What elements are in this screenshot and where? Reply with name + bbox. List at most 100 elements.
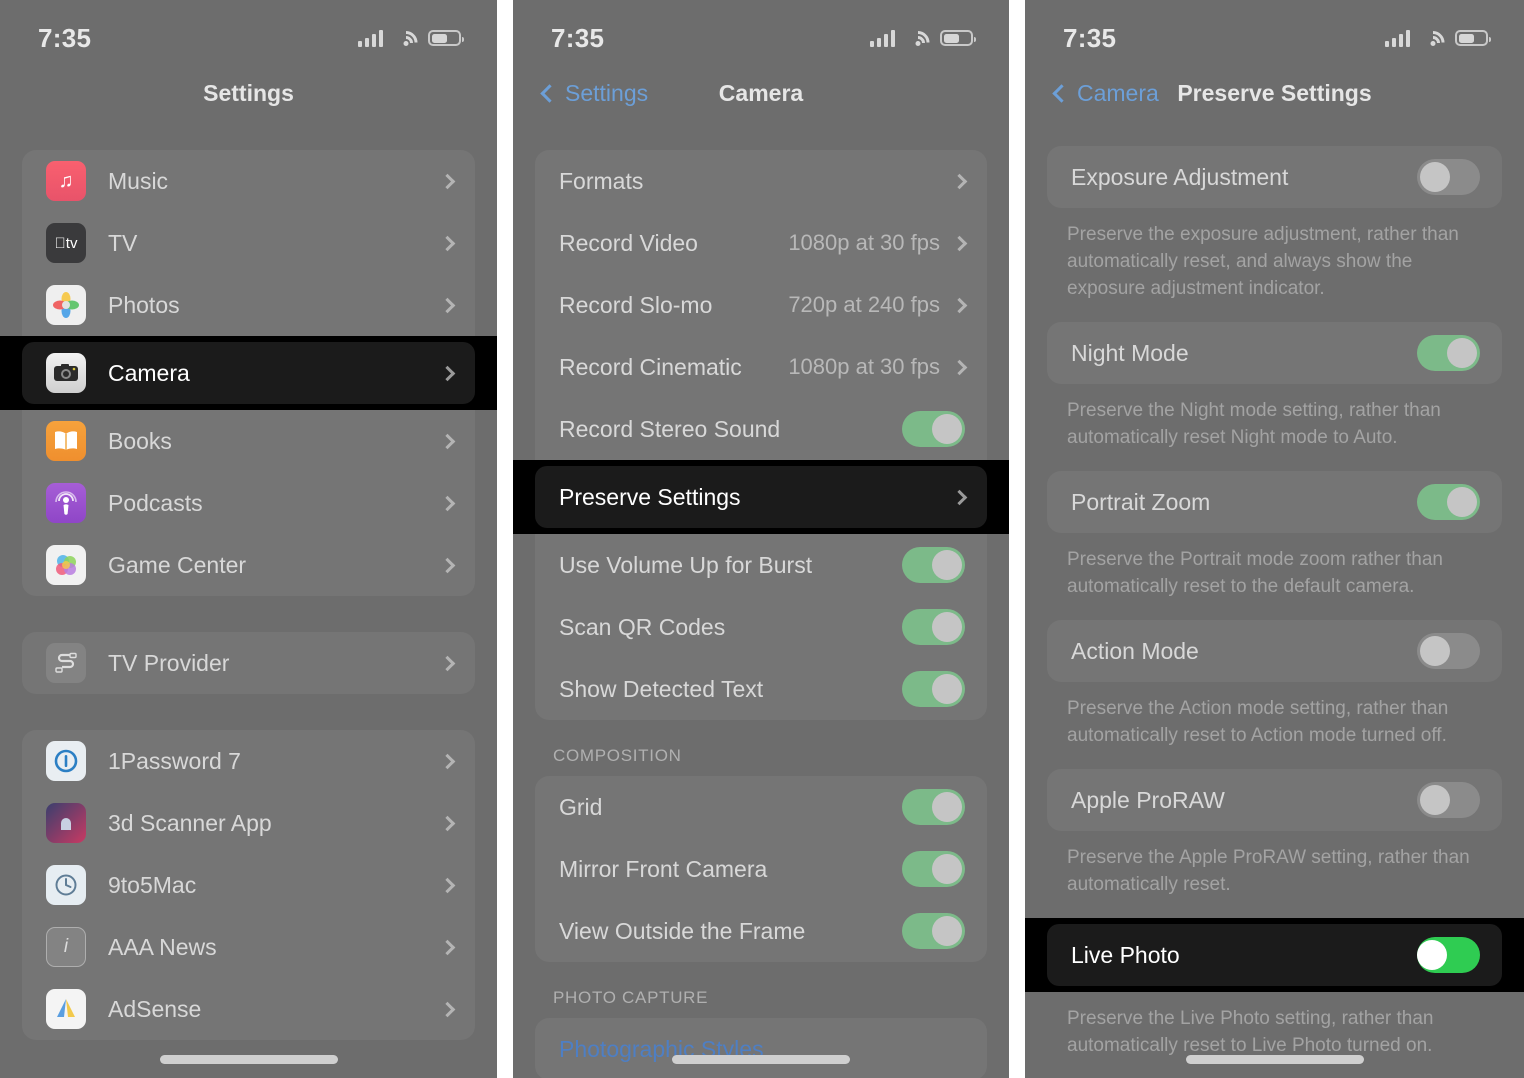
row-live-photo[interactable]: Live Photo	[1047, 924, 1502, 986]
list-item-label: Use Volume Up for Burst	[559, 551, 813, 578]
status-clock: 7:35	[38, 22, 92, 53]
row-record-video[interactable]: Record Video 1080p at 30 fps	[535, 212, 987, 274]
panel-preserve-settings: 7:35 Camera Preserve Settings Exposure A…	[1025, 0, 1524, 1078]
chevron-right-icon	[951, 235, 968, 251]
sidebar-item-tv[interactable]: tv TV	[22, 212, 475, 274]
toggle-action-mode[interactable]	[1417, 633, 1480, 669]
home-indicator	[1185, 1055, 1364, 1064]
footnote-portrait-zoom: Preserve the Portrait mode zoom rather t…	[1067, 549, 1443, 597]
sidebar-item-aaa-news[interactable]: i AAA News	[22, 916, 475, 978]
row-apple-proraw[interactable]: Apple ProRAW	[1047, 769, 1502, 831]
adsense-icon	[46, 989, 86, 1029]
row-portrait-zoom[interactable]: Portrait Zoom	[1047, 471, 1502, 533]
footnote-exposure-adjustment: Preserve the exposure adjustment, rather…	[1067, 224, 1459, 299]
list-item-label: Game Center	[108, 551, 247, 578]
sidebar-item-1password[interactable]: 1Password 7	[22, 730, 475, 792]
9to5mac-icon	[46, 865, 86, 905]
toggle-night-mode[interactable]	[1417, 335, 1480, 371]
list-item-label: Show Detected Text	[559, 675, 764, 702]
chevron-right-icon	[951, 489, 968, 505]
sidebar-item-game-center[interactable]: Game Center	[22, 534, 475, 596]
back-button-settings[interactable]: Settings	[529, 80, 648, 107]
battery-icon	[428, 30, 464, 46]
row-scan-qr-codes[interactable]: Scan QR Codes	[535, 596, 987, 658]
apple-tv-icon: tv	[46, 223, 86, 263]
row-photographic-styles[interactable]: Photographic Styles	[535, 1018, 987, 1078]
photo-capture-group: Photographic Styles	[535, 1018, 987, 1078]
toggle-portrait-zoom[interactable]	[1417, 484, 1480, 520]
chevron-right-icon	[439, 655, 456, 671]
card-portrait-zoom: Portrait Zoom	[1047, 471, 1502, 533]
3d-scanner-icon	[46, 803, 86, 843]
row-record-slomo[interactable]: Record Slo-mo 720p at 240 fps	[535, 274, 987, 336]
row-formats[interactable]: Formats	[535, 150, 987, 212]
toggle-show-detected-text[interactable]	[902, 671, 965, 707]
list-item-label: Formats	[559, 167, 644, 194]
row-action-mode[interactable]: Action Mode	[1047, 620, 1502, 682]
cellular-bars-icon	[1384, 29, 1410, 47]
sidebar-item-adsense[interactable]: AdSense	[22, 978, 475, 1040]
row-use-volume-up-for-burst[interactable]: Use Volume Up for Burst	[535, 534, 987, 596]
toggle-exposure-adjustment[interactable]	[1417, 159, 1480, 195]
row-exposure-adjustment[interactable]: Exposure Adjustment	[1047, 146, 1502, 208]
toggle-mirror-front-camera[interactable]	[902, 851, 965, 887]
sidebar-item-camera[interactable]: Camera	[22, 342, 475, 404]
photos-icon	[46, 285, 86, 325]
toggle-scan-qr-codes[interactable]	[902, 609, 965, 645]
toggle-grid[interactable]	[902, 789, 965, 825]
camera-navbar: Settings Camera	[513, 62, 1009, 124]
row-grid[interactable]: Grid	[535, 776, 987, 838]
sidebar-item-books[interactable]: Books	[22, 410, 475, 472]
toggle-live-photo[interactable]	[1417, 937, 1480, 973]
list-item-label: Record Cinematic	[559, 353, 742, 380]
wifi-icon	[901, 25, 934, 59]
list-item-label: View Outside the Frame	[559, 917, 806, 944]
sidebar-item-podcasts[interactable]: Podcasts	[22, 472, 475, 534]
card-apple-proraw: Apple ProRAW	[1047, 769, 1502, 831]
row-night-mode[interactable]: Night Mode	[1047, 322, 1502, 384]
toggle-apple-proraw[interactable]	[1417, 782, 1480, 818]
status-bar: 7:35	[1025, 0, 1524, 62]
footnote-live-photo: Preserve the Live Photo setting, rather …	[1067, 1008, 1434, 1056]
sidebar-item-photos[interactable]: Photos	[22, 274, 475, 336]
row-record-cinematic[interactable]: Record Cinematic 1080p at 30 fps	[535, 336, 987, 398]
back-button-camera[interactable]: Camera	[1041, 80, 1159, 107]
list-item-label: Live Photo	[1071, 941, 1180, 968]
settings-navbar: Settings	[0, 62, 497, 124]
sidebar-item-tv-provider[interactable]: TV Provider	[22, 632, 475, 694]
battery-icon	[1455, 30, 1491, 46]
toggle-record-stereo-sound[interactable]	[902, 411, 965, 447]
list-item-label: 9to5Mac	[108, 871, 197, 898]
row-show-detected-text[interactable]: Show Detected Text	[535, 658, 987, 720]
books-icon	[46, 421, 86, 461]
row-mirror-front-camera[interactable]: Mirror Front Camera	[535, 838, 987, 900]
settings-camera-card: Camera	[22, 342, 475, 404]
tv-provider-icon	[46, 643, 86, 683]
three-panel-screenshot: 7:35 Settings ♫ Music tv TV	[0, 0, 1524, 1078]
chevron-right-icon	[439, 1001, 456, 1017]
chevron-right-icon	[439, 877, 456, 893]
chevron-right-icon	[439, 297, 456, 313]
1password-icon	[46, 741, 86, 781]
row-view-outside-the-frame[interactable]: View Outside the Frame	[535, 900, 987, 962]
list-item-label: Grid	[559, 793, 603, 820]
sidebar-item-3d-scanner[interactable]: 3d Scanner App	[22, 792, 475, 854]
list-item-label: TV Provider	[108, 649, 230, 676]
toggle-view-outside-the-frame[interactable]	[902, 913, 965, 949]
status-bar: 7:35	[0, 0, 497, 62]
list-item-label: Mirror Front Camera	[559, 855, 768, 882]
toggle-use-volume-up-for-burst[interactable]	[902, 547, 965, 583]
row-record-stereo-sound[interactable]: Record Stereo Sound	[535, 398, 987, 460]
sidebar-item-9to5mac[interactable]: 9to5Mac	[22, 854, 475, 916]
list-item-label: Photos	[108, 291, 180, 318]
row-value: 1080p at 30 fps	[788, 230, 940, 255]
highlight-band-preserve-settings: Preserve Settings	[513, 460, 1009, 534]
chevron-right-icon	[951, 297, 968, 313]
camera-icon	[46, 353, 86, 393]
list-item-label: Podcasts	[108, 489, 203, 516]
wifi-icon	[389, 25, 422, 59]
sidebar-item-music[interactable]: ♫ Music	[22, 150, 475, 212]
row-preserve-settings[interactable]: Preserve Settings	[535, 466, 987, 528]
